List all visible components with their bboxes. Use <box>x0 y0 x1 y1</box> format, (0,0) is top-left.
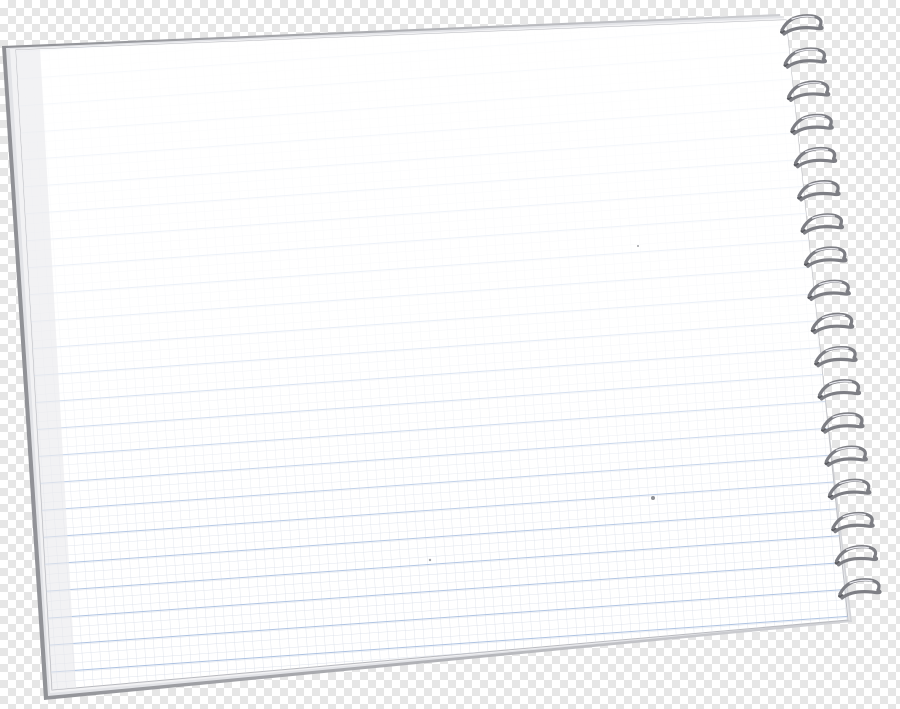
notebook-illustration <box>2 14 882 700</box>
paper-speck <box>651 496 655 500</box>
notebook-scene <box>0 0 900 709</box>
paper-glare <box>16 20 848 690</box>
paper-speck <box>637 245 639 247</box>
paper-speck <box>428 558 432 562</box>
notebook-page <box>15 19 849 691</box>
spiral-coil <box>780 14 824 36</box>
